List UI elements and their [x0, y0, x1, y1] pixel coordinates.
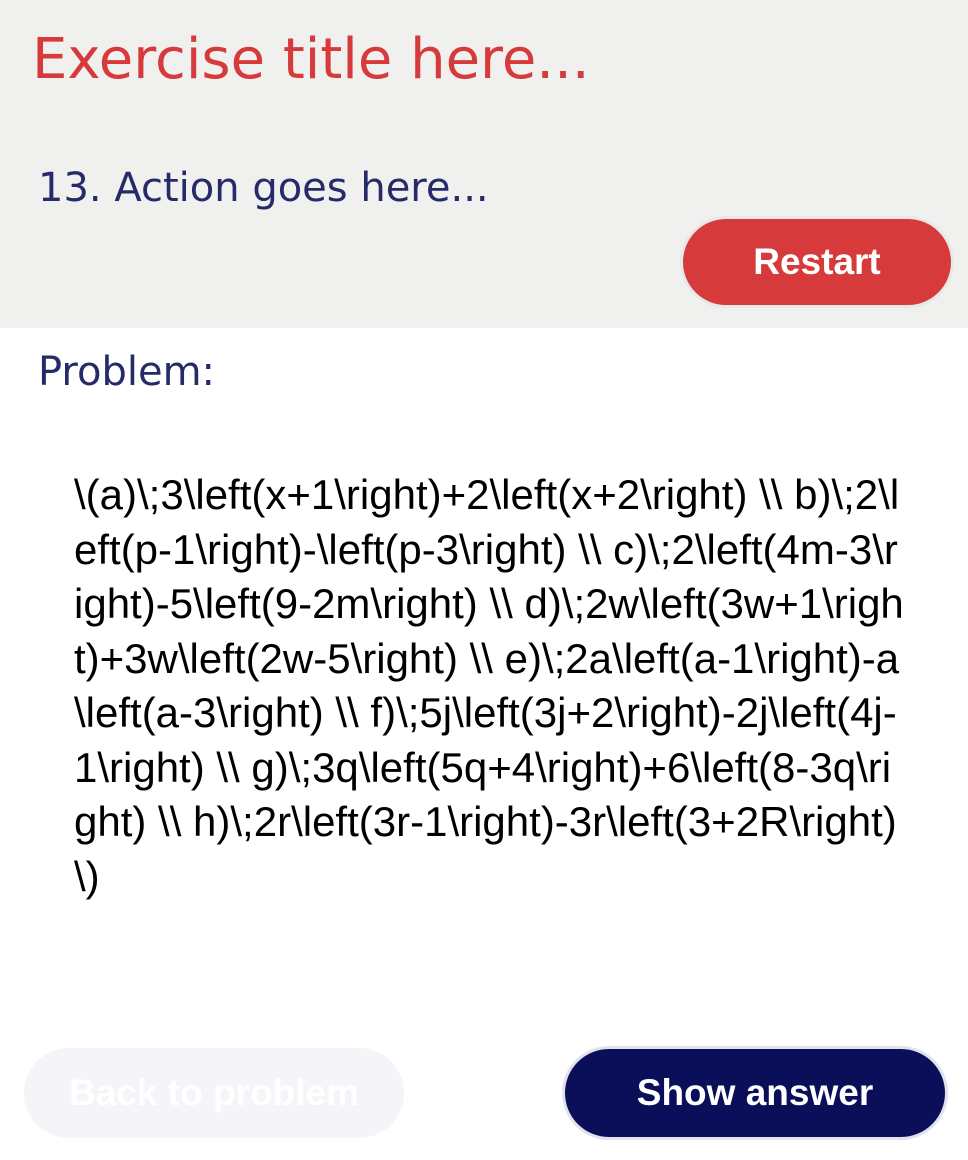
exercise-title: Exercise title here... [32, 27, 590, 92]
restart-button[interactable]: Restart [680, 216, 954, 308]
back-to-problem-button[interactable]: Back to problem [24, 1048, 404, 1138]
problem-text: \(a)\;3\left(x+1\right)+2\left(x+2\right… [74, 471, 904, 900]
exercise-header: Exercise title here... 13. Action goes h… [0, 0, 968, 328]
action-text: 13. Action goes here... [38, 165, 489, 211]
show-answer-button[interactable]: Show answer [562, 1046, 948, 1140]
problem-label: Problem: [38, 349, 216, 395]
